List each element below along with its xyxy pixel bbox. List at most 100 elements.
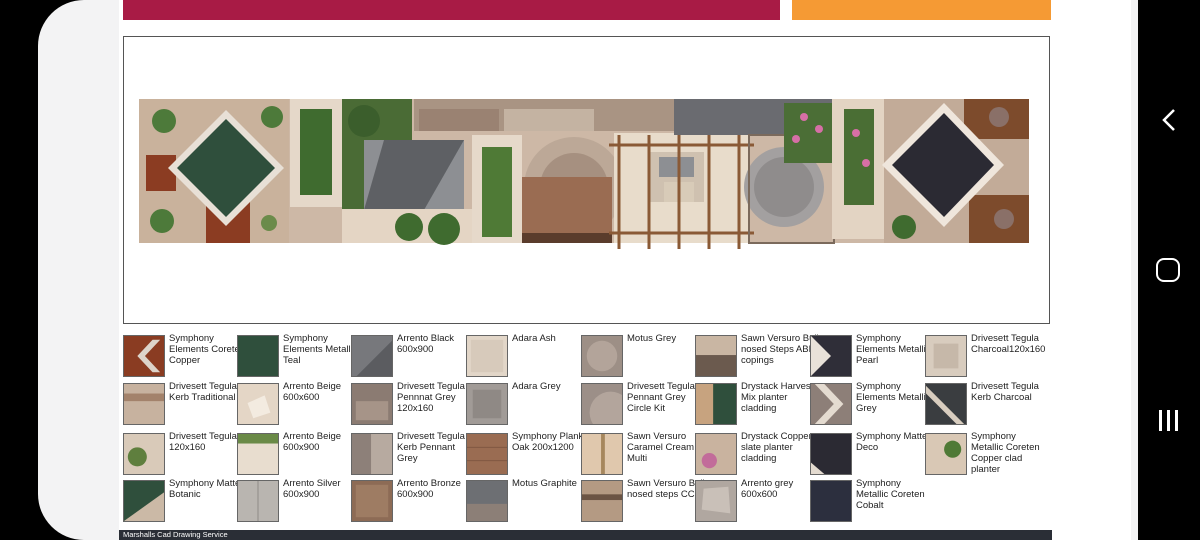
material-label: Symphony Elements Metallic Pearl [856, 333, 931, 366]
legend-item: Symphony Elements Metallic Grey [810, 381, 930, 429]
legend-item: Drivesett Tegula Kerb Traditional [123, 381, 237, 429]
footer-bar [119, 530, 1052, 540]
material-swatch [581, 383, 623, 425]
material-label: Drivesett Tegula 120x160 [169, 431, 237, 453]
material-label: Motus Grey [627, 333, 677, 344]
material-swatch [810, 335, 852, 377]
material-swatch [810, 433, 852, 475]
material-label: Drivesett Tegula Kerb Pennant Grey [397, 431, 465, 464]
footer-caption: Marshalls Cad Drawing Service [123, 530, 228, 539]
material-swatch [466, 480, 508, 522]
legend-item: Motus Grey [581, 333, 695, 381]
material-label: Drystack Harvest Mix planter cladding [741, 381, 814, 414]
material-label: Drivesett Tegula Kerb Traditional [169, 381, 237, 403]
home-icon[interactable] [1156, 258, 1180, 282]
material-label: Arrento grey 600x600 [741, 478, 794, 500]
material-label: Drivesett Tegula Charcoal120x160 [971, 333, 1046, 355]
material-swatch [581, 335, 623, 377]
material-label: Symphony Elements Coreten Copper [169, 333, 246, 366]
material-label: Symphony Metallic Coreten Copper clad pl… [971, 431, 1040, 475]
material-swatch [123, 480, 165, 522]
material-swatch [123, 335, 165, 377]
legend-item: Arrento grey 600x600 [695, 478, 809, 526]
material-swatch [810, 480, 852, 522]
material-swatch [695, 383, 737, 425]
material-swatch [925, 335, 967, 377]
legend-item: Drivesett Tegula Kerb Pennant Grey [351, 431, 465, 479]
material-label: Drivesett Tegula Pennnat Grey 120x160 [397, 381, 465, 414]
material-label: Sawn Versuro Bull nosed steps CCM [627, 478, 705, 500]
material-swatch [466, 433, 508, 475]
material-swatch [351, 480, 393, 522]
legend-item: Symphony Matte Botanic [123, 478, 240, 526]
material-label: Drivesett Tegula Pennant Grey Circle Kit [627, 381, 695, 414]
material-swatch [810, 383, 852, 425]
legend-item: Adara Ash [466, 333, 580, 381]
legend-item: Symphony Elements Coreten Copper [123, 333, 245, 381]
header-accent-bar [792, 0, 1051, 20]
material-label: Symphony Matte Botanic [169, 478, 241, 500]
material-label: Arrento Silver 600x900 [283, 478, 341, 500]
material-swatch [581, 433, 623, 475]
material-label: Drystack Copper slate planter cladding [741, 431, 812, 464]
material-label: Adara Grey [512, 381, 561, 392]
material-swatch [237, 433, 279, 475]
legend-item: Symphony Elements Metallic Pearl [810, 333, 930, 381]
material-swatch [581, 480, 623, 522]
legend-item: Drivesett Tegula Pennant Grey Circle Kit [581, 381, 695, 429]
garden-plan-render [139, 99, 1029, 249]
legend-item: Drivesett Tegula Pennnat Grey 120x160 [351, 381, 465, 429]
legend-item: Drystack Harvest Mix planter cladding [695, 381, 813, 429]
legend-item: Symphony Metallic Coreten Copper clad pl… [925, 431, 1040, 479]
legend-item: Sawn Versuro Bull nosed Steps ABM coping… [695, 333, 819, 381]
legend-item: Symphony Elements Metallic Teal [237, 333, 357, 381]
material-label: Adara Ash [512, 333, 556, 344]
material-swatch [695, 335, 737, 377]
legend-item: Arrento Bronze 600x900 [351, 478, 465, 526]
material-swatch [466, 383, 508, 425]
legend-item: Sawn Versuro Bull nosed steps CCM [581, 478, 705, 526]
material-swatch [351, 335, 393, 377]
chevron-left-icon[interactable] [1160, 107, 1178, 133]
material-swatch [925, 383, 967, 425]
recents-icon[interactable] [1158, 410, 1180, 432]
material-swatch [351, 433, 393, 475]
legend-item: Drivesett Tegula Kerb Charcoal [925, 381, 1039, 429]
material-label: Arrento Black 600x900 [397, 333, 455, 355]
material-label: Sawn Versuro Bull nosed Steps ABM coping… [741, 333, 819, 366]
material-label: Motus Graphite [512, 478, 577, 489]
material-swatch [123, 383, 165, 425]
legend-item: Arrento Beige 600x600 [237, 381, 351, 429]
coreten-planter-left [146, 155, 176, 191]
garden-plan-drawing [123, 36, 1050, 324]
legend-item: Symphony Plank Oak 200x1200 [466, 431, 583, 479]
legend-item: Symphony Matte Deco [810, 431, 927, 479]
material-label: Arrento Beige 600x600 [283, 381, 342, 403]
legend-item: Motus Graphite [466, 478, 580, 526]
header-title-bar [123, 0, 780, 20]
legend-item: Sawn Versuro Caramel Cream Multi [581, 431, 695, 479]
material-swatch [695, 433, 737, 475]
material-swatch [237, 335, 279, 377]
material-label: Arrento Beige 600x900 [283, 431, 342, 453]
legend-item: Drystack Copper slate planter cladding [695, 431, 812, 479]
material-swatch [237, 480, 279, 522]
material-swatch [695, 480, 737, 522]
material-label: Symphony Elements Metallic Teal [283, 333, 358, 366]
material-swatch [351, 383, 393, 425]
material-label: Symphony Metallic Coreten Cobalt [856, 478, 925, 511]
material-label: Symphony Elements Metallic Grey [856, 381, 931, 414]
legend-item: Adara Grey [466, 381, 580, 429]
material-swatch [237, 383, 279, 425]
legend-item: Drivesett Tegula 120x160 [123, 431, 237, 479]
hedge-planter [482, 147, 512, 237]
material-swatch [123, 433, 165, 475]
legend-item: Arrento Silver 600x900 [237, 478, 351, 526]
legend-item: Symphony Metallic Coreten Cobalt [810, 478, 925, 526]
legend-item: Arrento Black 600x900 [351, 333, 465, 381]
material-label: Symphony Plank Oak 200x1200 [512, 431, 584, 453]
material-label: Drivesett Tegula Kerb Charcoal [971, 381, 1039, 403]
material-label: Arrento Bronze 600x900 [397, 478, 461, 500]
material-swatch [466, 335, 508, 377]
legend-item: Arrento Beige 600x900 [237, 431, 351, 479]
